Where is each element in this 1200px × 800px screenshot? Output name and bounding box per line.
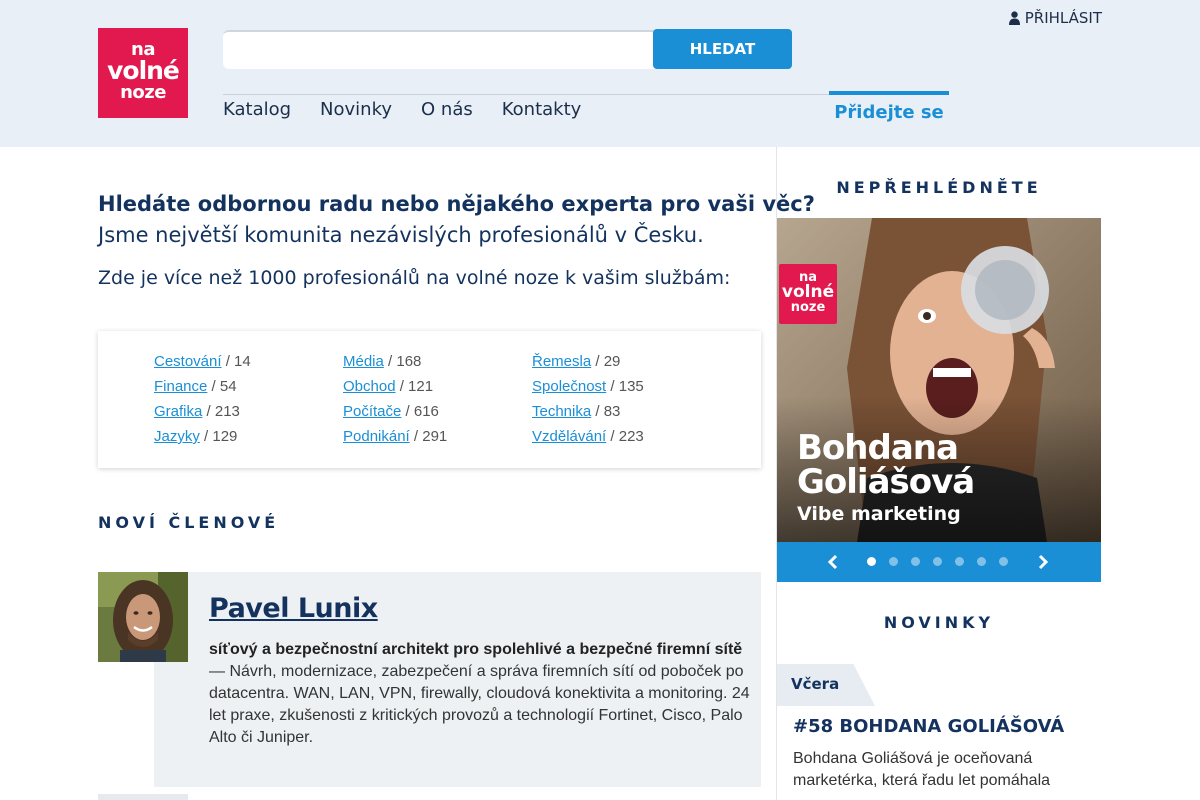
next-member-card-edge xyxy=(98,794,188,800)
chevron-left-icon[interactable] xyxy=(825,552,841,572)
category-count: / 121 xyxy=(395,378,434,395)
site-header: na volné noze HLEDAT PŘIHLÁSIT Katalog N… xyxy=(0,0,1200,147)
member-tagline: síťový a bezpečnostní architekt pro spol… xyxy=(209,641,743,658)
category-item: Společnost / 135 xyxy=(532,374,721,399)
category-item: Média / 168 xyxy=(343,349,532,374)
category-item: Jazyky / 129 xyxy=(154,424,343,449)
site-logo[interactable]: na volné noze xyxy=(98,28,188,118)
slider-dot[interactable] xyxy=(933,557,942,566)
member-description-text: — Návrh, modernizace, zabezpečení a sprá… xyxy=(209,663,750,746)
slider-dot[interactable] xyxy=(999,557,1008,566)
avatar[interactable] xyxy=(98,572,188,662)
category-count: / 213 xyxy=(202,403,240,420)
news-headline[interactable]: #58 BOHDANA GOLIÁŠOVÁ xyxy=(793,716,1064,737)
category-link[interactable]: Obchod xyxy=(343,378,396,395)
search-button[interactable]: HLEDAT xyxy=(653,29,792,69)
logo-line-2: volné xyxy=(107,56,180,85)
nav-divider xyxy=(223,94,829,95)
category-count: / 616 xyxy=(401,403,439,420)
slide-logo-line-3: noze xyxy=(790,300,826,315)
category-count: / 129 xyxy=(199,428,238,445)
category-item: Vzdělávání / 223 xyxy=(532,424,721,449)
intro-headline: Hledáte odbornou radu nebo nějakého expe… xyxy=(98,192,815,216)
chevron-right-icon[interactable] xyxy=(1035,552,1051,572)
category-item: Technika / 83 xyxy=(532,399,721,424)
news-excerpt: Bohdana Goliášová je oceňovaná marketérk… xyxy=(793,750,1051,789)
member-name[interactable]: Pavel Lunix xyxy=(209,593,378,624)
category-link[interactable]: Jazyky xyxy=(154,428,200,445)
intro-subheadline: Jsme největší komunita nezávislých profe… xyxy=(98,223,704,247)
category-count: / 135 xyxy=(606,378,644,395)
category-link[interactable]: Cestování xyxy=(154,353,222,370)
slider-dot[interactable] xyxy=(911,557,920,566)
category-count: / 14 xyxy=(221,353,251,370)
slider-dots xyxy=(867,557,1008,566)
news-date-label: Včera xyxy=(791,675,840,693)
category-item: Obchod / 121 xyxy=(343,374,532,399)
category-item: Řemesla / 29 xyxy=(532,349,721,374)
news-date-tag: Včera xyxy=(777,664,875,706)
logo-line-3: noze xyxy=(120,82,166,103)
category-link[interactable]: Společnost xyxy=(532,378,606,395)
intro-count-text: Zde je více než 1000 profesionálů na vol… xyxy=(98,267,731,289)
member-description: síťový a bezpečnostní architekt pro spol… xyxy=(209,639,754,749)
login-label: PŘIHLÁSIT xyxy=(1024,9,1102,27)
category-count: / 54 xyxy=(207,378,237,395)
category-count: / 223 xyxy=(606,428,644,445)
nav-item-contacts[interactable]: Kontakty xyxy=(502,99,582,121)
nav-item-catalog[interactable]: Katalog xyxy=(223,99,291,121)
slide-name-last: Goliášová xyxy=(797,462,975,502)
category-count: / 29 xyxy=(591,353,621,370)
category-link[interactable]: Počítače xyxy=(343,403,401,420)
slider-dot[interactable] xyxy=(889,557,898,566)
new-members-title: NOVÍ ČLENOVÉ xyxy=(98,513,280,532)
category-column: Cestování / 14 Finance / 54 Grafika / 21… xyxy=(154,349,343,449)
join-tab[interactable]: Přidejte se xyxy=(829,91,949,131)
slide-logo: na volné noze xyxy=(779,264,837,324)
category-count: / 291 xyxy=(409,428,448,445)
category-item: Podnikání / 291 xyxy=(343,424,532,449)
nav-item-news[interactable]: Novinky xyxy=(320,99,392,121)
category-link[interactable]: Technika xyxy=(532,403,591,420)
category-count: / 168 xyxy=(383,353,422,370)
category-link[interactable]: Vzdělávání xyxy=(532,428,606,445)
category-item: Cestování / 14 xyxy=(154,349,343,374)
category-link[interactable]: Podnikání xyxy=(343,428,410,445)
nav-item-about[interactable]: O nás xyxy=(421,99,473,121)
news-section-title: NOVINKY xyxy=(883,613,995,632)
category-column: Řemesla / 29 Společnost / 135 Technika /… xyxy=(532,349,721,449)
slider-dot[interactable] xyxy=(977,557,986,566)
category-box: Cestování / 14 Finance / 54 Grafika / 21… xyxy=(98,331,761,468)
category-item: Grafika / 213 xyxy=(154,399,343,424)
featured-slider[interactable]: na volné noze Bohdana Goliášová Vibe mar… xyxy=(777,218,1101,542)
member-card: Pavel Lunix síťový a bezpečnostní archit… xyxy=(98,572,761,787)
category-link[interactable]: Grafika xyxy=(154,403,202,420)
category-column: Média / 168 Obchod / 121 Počítače / 616 … xyxy=(343,349,532,449)
avatar-photo xyxy=(98,572,188,662)
slide-caption: Vibe marketing xyxy=(797,503,961,525)
category-link[interactable]: Finance xyxy=(154,378,207,395)
category-link[interactable]: Média xyxy=(343,353,384,370)
category-item: Finance / 54 xyxy=(154,374,343,399)
slider-dot[interactable] xyxy=(955,557,964,566)
featured-title: NEPŘEHLÉDNĚTE xyxy=(836,178,1042,197)
user-icon xyxy=(1008,11,1020,25)
slider-controls xyxy=(777,542,1101,582)
main-nav: Katalog Novinky O nás Kontakty xyxy=(223,99,581,121)
category-count: / 83 xyxy=(591,403,621,420)
search-input[interactable] xyxy=(223,30,663,69)
category-link[interactable]: Řemesla xyxy=(532,353,591,370)
category-item: Počítače / 616 xyxy=(343,399,532,424)
slide-name-first: Bohdana xyxy=(797,428,959,468)
login-link[interactable]: PŘIHLÁSIT xyxy=(1008,9,1102,27)
slider-dot[interactable] xyxy=(867,557,876,566)
